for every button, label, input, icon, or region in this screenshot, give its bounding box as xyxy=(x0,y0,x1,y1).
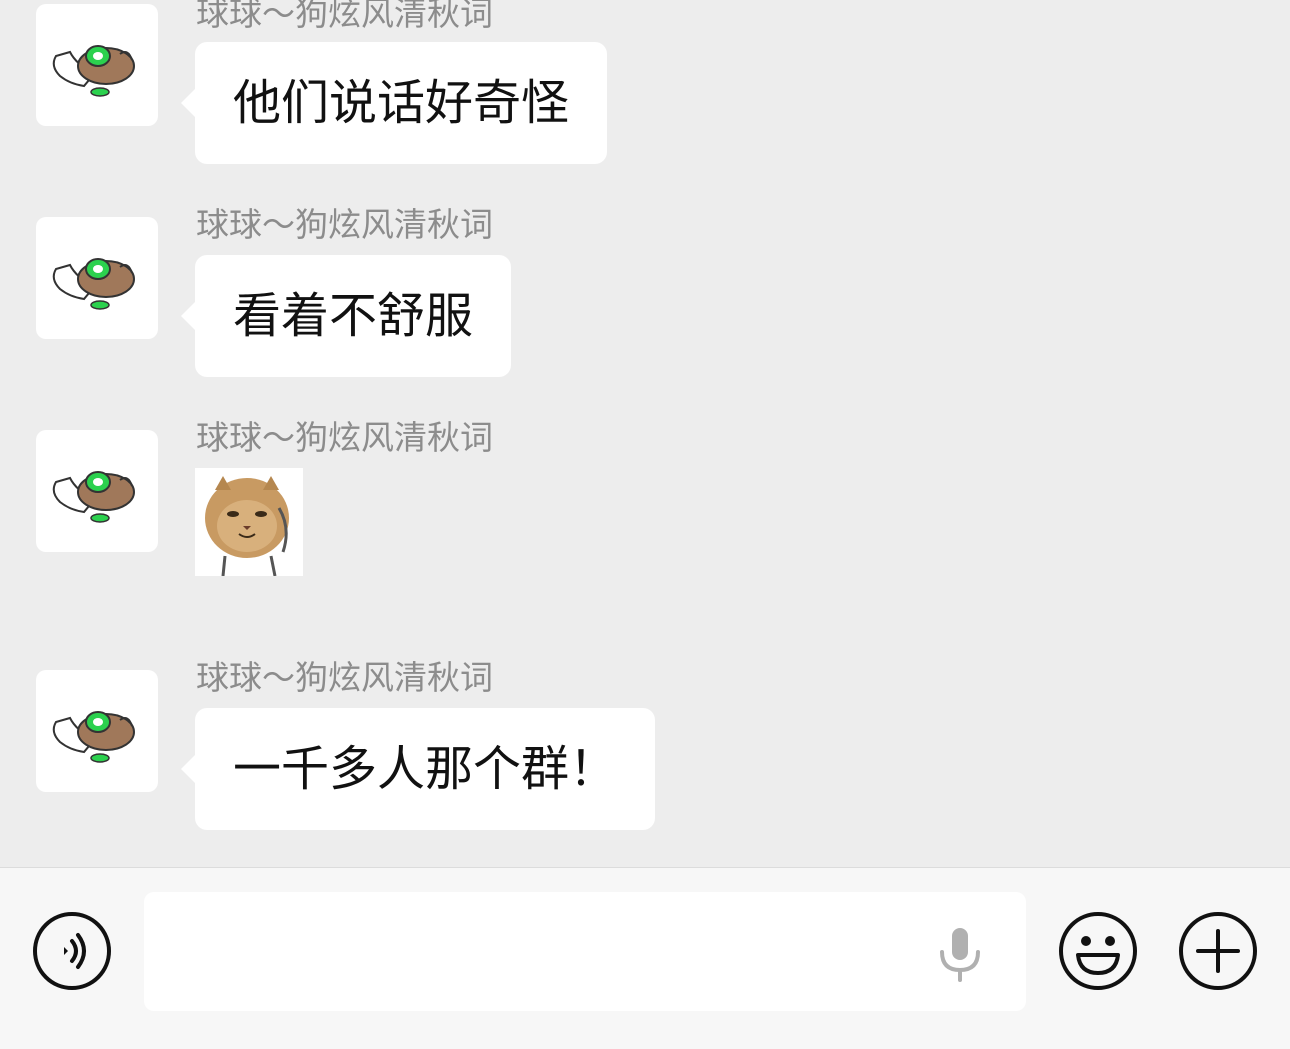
sender-avatar[interactable] xyxy=(36,4,158,126)
message-bubble[interactable]: 一千多人那个群！ xyxy=(181,708,656,830)
bubble-tail xyxy=(181,755,195,783)
message-text: 看着不舒服 xyxy=(233,288,474,344)
plus-icon[interactable] xyxy=(1178,911,1258,991)
sleeping-dog-avatar-icon xyxy=(52,471,135,523)
sender-name: 球球～狗炫风清秋词 xyxy=(196,418,493,457)
bubble-tail xyxy=(181,302,195,330)
sender-name: 球球～狗炫风清秋词 xyxy=(196,658,493,697)
sleeping-dog-avatar-icon xyxy=(52,711,135,763)
message-text: 一千多人那个群！ xyxy=(233,741,618,797)
chat-input-bar xyxy=(0,867,1290,1049)
sleeping-dog-avatar-icon xyxy=(52,258,135,310)
sender-name: 球球～狗炫风清秋词 xyxy=(196,0,493,33)
cat-face-sticker-icon xyxy=(195,468,303,576)
sender-name: 球球～狗炫风清秋词 xyxy=(196,205,493,244)
smiley-icon[interactable] xyxy=(1058,911,1138,991)
sender-avatar[interactable] xyxy=(36,217,158,339)
chat-message-list[interactable]: 球球～狗炫风清秋词 他们说话好奇怪 球球～狗炫风清秋词 看着不舒服 球球～狗炫风… xyxy=(0,0,1290,867)
message-text: 他们说话好奇怪 xyxy=(233,75,570,131)
message-bubble[interactable]: 看着不舒服 xyxy=(181,255,512,377)
voice-mode-icon[interactable] xyxy=(32,911,112,991)
sender-avatar[interactable] xyxy=(36,430,158,552)
message-input[interactable] xyxy=(144,892,1026,1011)
message-bubble[interactable]: 他们说话好奇怪 xyxy=(181,42,608,164)
microphone-icon[interactable] xyxy=(930,924,990,984)
sticker-message[interactable] xyxy=(195,468,303,576)
sleeping-dog-avatar-icon xyxy=(52,45,135,97)
bubble-tail xyxy=(181,89,195,117)
sender-avatar[interactable] xyxy=(36,670,158,792)
